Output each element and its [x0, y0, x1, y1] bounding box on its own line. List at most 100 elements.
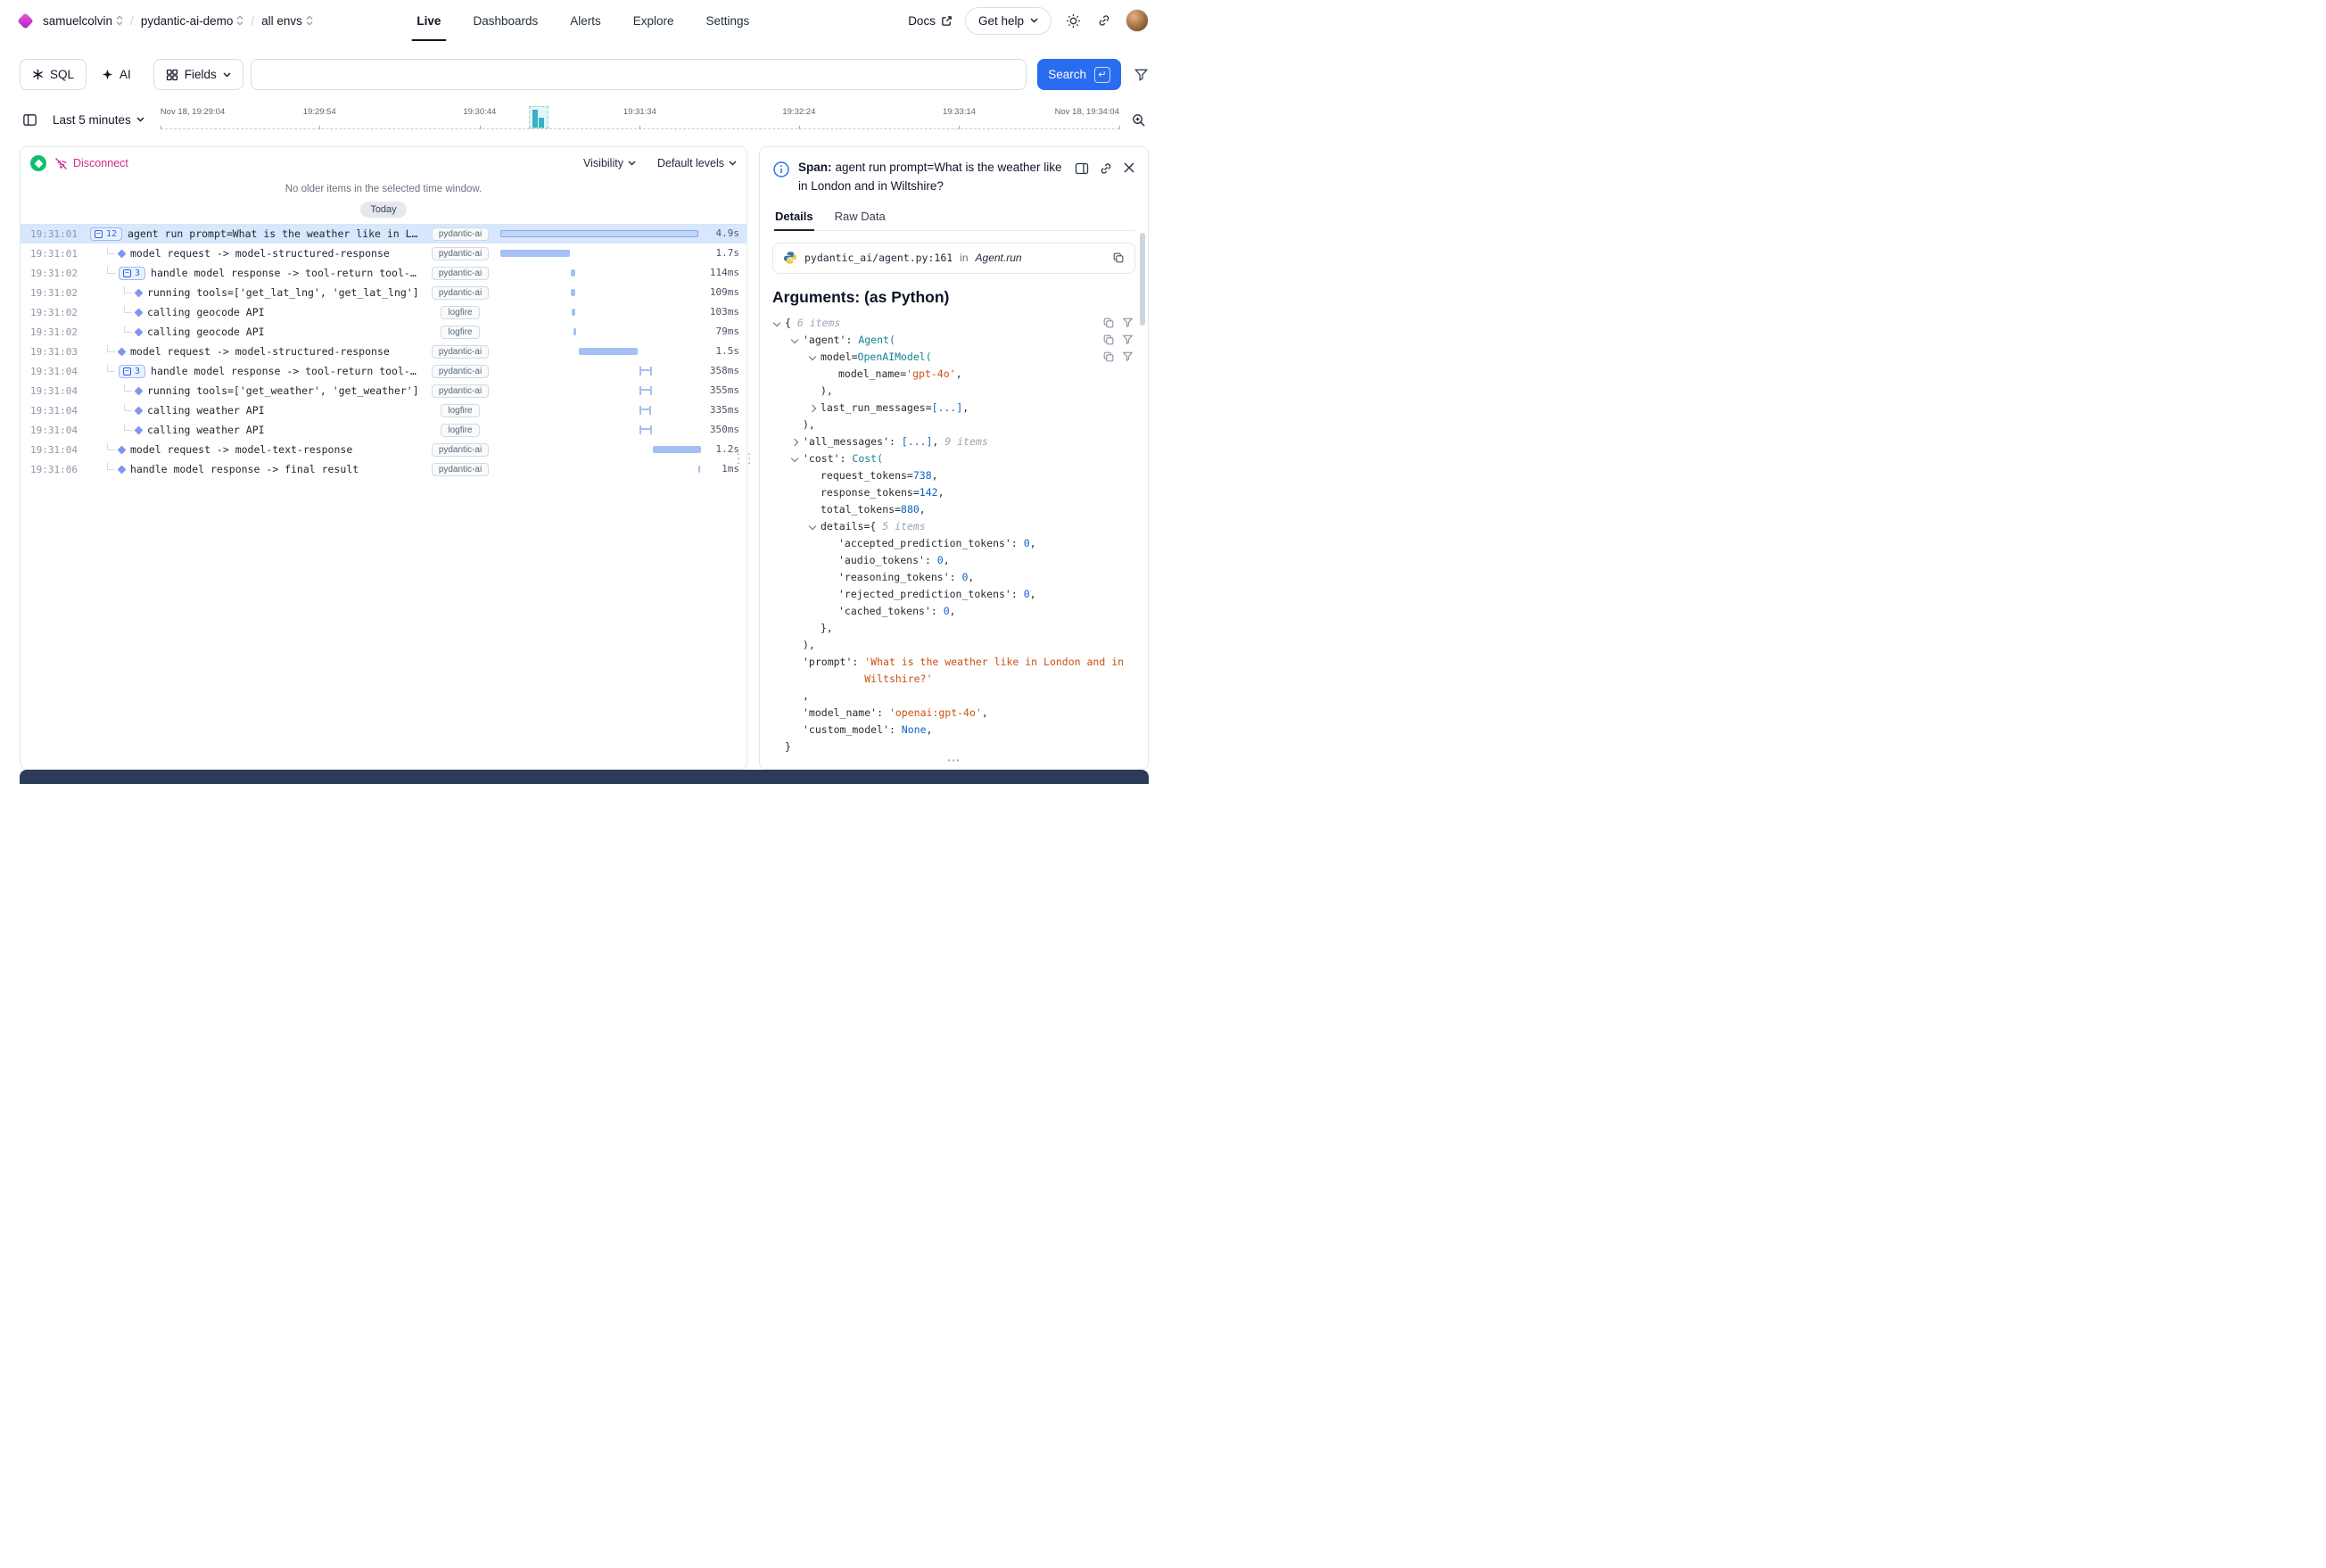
dock-panel-button[interactable]	[1075, 161, 1089, 176]
code-caret-down-icon[interactable]	[809, 523, 816, 530]
trace-row[interactable]: 19:31:01model request -> model-structure…	[21, 243, 746, 263]
get-help-button[interactable]: Get help	[965, 7, 1052, 35]
details-resize-handle[interactable]: ⋯	[947, 752, 961, 768]
code-token: ,	[803, 689, 809, 702]
live-status-icon[interactable]	[30, 155, 46, 171]
trace-timestamp: 19:31:04	[21, 385, 90, 397]
code-token: 'rejected_prediction_tokens'	[838, 588, 1011, 600]
trace-row[interactable]: 19:31:02calling geocode APIlogfire103ms	[21, 302, 746, 322]
theme-toggle-button[interactable]	[1064, 12, 1083, 30]
sidebar-toggle-button[interactable]	[20, 110, 40, 130]
source-location-chip[interactable]: pydantic_ai/agent.py:161 in Agent.run	[772, 243, 1135, 274]
code-caret-right-icon[interactable]	[809, 405, 816, 412]
trace-row[interactable]: 19:31:01−12agent run prompt=What is the …	[21, 224, 746, 243]
breadcrumb-sort-icon	[116, 15, 123, 26]
zoom-in-button[interactable]	[1128, 110, 1149, 130]
panel-resize-handle[interactable]: ⋮⋮	[732, 454, 754, 462]
chevron-down-icon	[1030, 18, 1038, 23]
collapse-badge[interactable]: −3	[119, 365, 145, 378]
breadcrumb-separator: /	[251, 14, 254, 28]
code-token: ,	[1030, 588, 1036, 600]
main-content: Disconnect Visibility Default levels No …	[20, 146, 1149, 770]
code-token: ),	[803, 639, 815, 651]
copy-link-button[interactable]	[1099, 161, 1113, 176]
timeline-ruler[interactable]: Nov 18, 19:29:0419:29:5419:30:4419:31:34…	[161, 104, 1119, 135]
code-caret-down-icon[interactable]	[791, 455, 798, 462]
code-token: Agent(	[858, 334, 895, 346]
trace-text: running tools=['get_lat_lng', 'get_lat_l…	[147, 286, 419, 299]
copy-icon[interactable]	[1102, 317, 1115, 329]
trace-timestamp: 19:31:01	[21, 248, 90, 260]
share-link-button[interactable]	[1095, 12, 1113, 29]
code-caret-down-icon[interactable]	[773, 319, 780, 326]
trace-row[interactable]: 19:31:04−3handle model response -> tool-…	[21, 361, 746, 381]
breadcrumb-item[interactable]: all envs	[261, 14, 313, 28]
details-tab-raw-data[interactable]: Raw Data	[834, 205, 887, 230]
copy-icon[interactable]	[1102, 334, 1115, 346]
default-levels-dropdown[interactable]: Default levels	[657, 157, 737, 169]
code-token: 'gpt-4o'	[906, 367, 955, 380]
nav-tab-explore[interactable]: Explore	[633, 0, 674, 41]
trace-gantt: 4.9s	[499, 224, 746, 243]
nav-tab-live[interactable]: Live	[417, 0, 441, 41]
logfire-logo-icon[interactable]	[17, 12, 33, 29]
timeline-selection[interactable]	[529, 106, 549, 128]
fields-dropdown-button[interactable]: Fields	[153, 59, 243, 90]
trace-row[interactable]: 19:31:02running tools=['get_lat_lng', 'g…	[21, 283, 746, 302]
trace-tag: pydantic-ai	[432, 345, 489, 359]
trace-tag-cell: pydantic-ai	[421, 365, 499, 378]
code-token: ,	[982, 706, 988, 719]
trace-row[interactable]: 19:31:04running tools=['get_weather', 'g…	[21, 381, 746, 400]
bottom-drawer-bar[interactable]	[20, 770, 1149, 784]
trace-name: −12agent run prompt=What is the weather …	[90, 227, 421, 241]
trace-gantt: 1.7s	[499, 243, 746, 263]
search-input[interactable]	[251, 59, 1027, 90]
asterisk-icon	[32, 69, 44, 80]
trace-name: handle model response -> final result	[90, 463, 421, 475]
time-range-dropdown[interactable]: Last 5 minutes	[49, 113, 152, 127]
trace-row[interactable]: 19:31:02calling geocode APIlogfire79ms	[21, 322, 746, 342]
breadcrumb-sort-icon	[236, 15, 243, 26]
details-scrollbar-thumb[interactable]	[1140, 233, 1145, 326]
trace-tag: pydantic-ai	[432, 384, 489, 398]
copy-icon[interactable]	[1102, 351, 1115, 363]
trace-row[interactable]: 19:31:02−3handle model response -> tool-…	[21, 263, 746, 283]
user-avatar[interactable]	[1126, 9, 1149, 32]
trace-row[interactable]: 19:31:06handle model response -> final r…	[21, 459, 746, 479]
code-token: 0	[944, 605, 950, 617]
ai-mode-button[interactable]: AI	[94, 59, 139, 90]
code-line: 'reasoning_tokens': 0,	[772, 569, 1135, 586]
trace-row[interactable]: 19:31:04calling weather APIlogfire335ms	[21, 400, 746, 420]
span-diamond-icon	[135, 327, 144, 336]
today-button[interactable]: Today	[360, 202, 406, 218]
code-line: 'model_name': 'openai:gpt-4o',	[772, 705, 1135, 722]
nav-tab-alerts[interactable]: Alerts	[570, 0, 601, 41]
details-tab-details[interactable]: Details	[774, 205, 814, 230]
trace-row[interactable]: 19:31:04calling weather APIlogfire350ms	[21, 420, 746, 440]
filter-icon[interactable]	[1122, 351, 1134, 363]
filter-icon[interactable]	[1122, 334, 1134, 346]
disconnect-button[interactable]: Disconnect	[54, 157, 128, 170]
docs-link[interactable]: Docs	[908, 14, 953, 28]
search-button[interactable]: Search ↵	[1037, 59, 1121, 90]
code-caret-right-icon[interactable]	[791, 439, 798, 446]
collapse-badge[interactable]: −3	[119, 267, 145, 280]
trace-row[interactable]: 19:31:03model request -> model-structure…	[21, 342, 746, 361]
visibility-dropdown[interactable]: Visibility	[583, 157, 636, 169]
trace-gantt: 103ms	[499, 302, 746, 322]
copy-source-button[interactable]	[1112, 252, 1125, 264]
code-caret-down-icon[interactable]	[791, 336, 798, 343]
collapse-badge[interactable]: −12	[90, 227, 122, 241]
code-caret-down-icon[interactable]	[809, 353, 816, 360]
nav-tab-dashboards[interactable]: Dashboards	[473, 0, 538, 41]
filter-button[interactable]	[1134, 67, 1149, 82]
breadcrumb-item[interactable]: pydantic-ai-demo	[141, 14, 244, 28]
sql-mode-button[interactable]: SQL	[20, 59, 87, 90]
tree-connector	[124, 326, 132, 333]
nav-tab-settings[interactable]: Settings	[706, 0, 750, 41]
filter-icon[interactable]	[1122, 317, 1134, 329]
close-details-button[interactable]	[1123, 161, 1135, 174]
trace-row[interactable]: 19:31:04model request -> model-text-resp…	[21, 440, 746, 459]
breadcrumb-item[interactable]: samuelcolvin	[43, 14, 123, 28]
code-token: }	[785, 740, 791, 753]
